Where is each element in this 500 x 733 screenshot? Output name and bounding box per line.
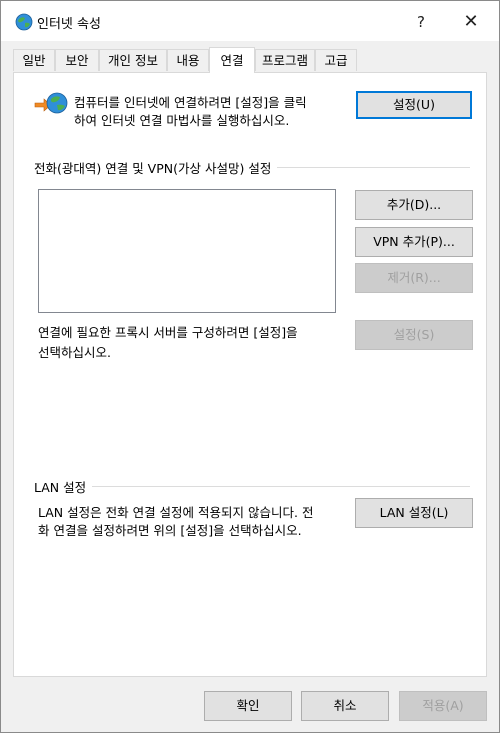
setup-description-line2: 하여 인터넷 연결 마법사를 실행하십시오. — [74, 113, 290, 128]
proxy-text-line1: 연결에 필요한 프록시 서버를 구성하려면 [설정]을 — [38, 325, 298, 340]
tab-general[interactable]: 일반 — [13, 49, 55, 71]
tab-programs[interactable]: 프로그램 — [255, 49, 315, 71]
connection-wizard-icon — [34, 92, 68, 114]
tab-connections[interactable]: 연결 — [209, 47, 255, 73]
close-button[interactable]: ✕ — [449, 7, 493, 37]
apply-button[interactable]: 적용(A) — [399, 691, 487, 721]
add-connection-button[interactable]: 추가(D)... — [355, 190, 473, 220]
dialup-group-title: 전화(광대역) 연결 및 VPN(가상 사설망) 설정 — [34, 158, 278, 177]
tab-privacy[interactable]: 개인 정보 — [99, 49, 167, 71]
tab-security[interactable]: 보안 — [55, 49, 99, 71]
cancel-button[interactable]: 취소 — [301, 691, 389, 721]
tab-advanced[interactable]: 고급 — [315, 49, 357, 71]
title-bar: 인터넷 속성 ? ✕ — [1, 1, 499, 41]
ok-button[interactable]: 확인 — [204, 691, 292, 721]
remove-connection-button[interactable]: 제거(R)... — [355, 263, 473, 293]
add-vpn-button[interactable]: VPN 추가(P)... — [355, 227, 473, 257]
setup-button[interactable]: 설정(U) — [356, 91, 472, 119]
lan-settings-button[interactable]: LAN 설정(L) — [355, 498, 473, 528]
proxy-text-line2: 선택하십시오. — [38, 345, 111, 360]
help-button[interactable]: ? — [401, 7, 441, 37]
connections-panel: 컴퓨터를 인터넷에 연결하려면 [설정]을 클릭 하여 인터넷 연결 마법사를 … — [13, 72, 487, 677]
lan-group-title: LAN 설정 — [34, 477, 93, 496]
connections-listbox[interactable] — [38, 189, 336, 313]
lan-text-line1: LAN 설정은 전화 연결 설정에 적용되지 않습니다. 전 — [38, 505, 314, 520]
setup-description-line1: 컴퓨터를 인터넷에 연결하려면 [설정]을 클릭 — [74, 95, 307, 110]
window-title: 인터넷 속성 — [37, 17, 101, 32]
tab-content[interactable]: 내용 — [167, 49, 209, 71]
lan-group-divider — [34, 486, 470, 487]
internet-globe-icon — [15, 13, 33, 31]
dialup-settings-button[interactable]: 설정(S) — [355, 320, 473, 350]
lan-text-line2: 화 연결을 설정하려면 위의 [설정]을 선택하십시오. — [38, 523, 302, 538]
internet-properties-dialog: 인터넷 속성 ? ✕ 일반 보안 개인 정보 내용 연결 프로그램 고급 컴퓨터… — [0, 0, 500, 733]
